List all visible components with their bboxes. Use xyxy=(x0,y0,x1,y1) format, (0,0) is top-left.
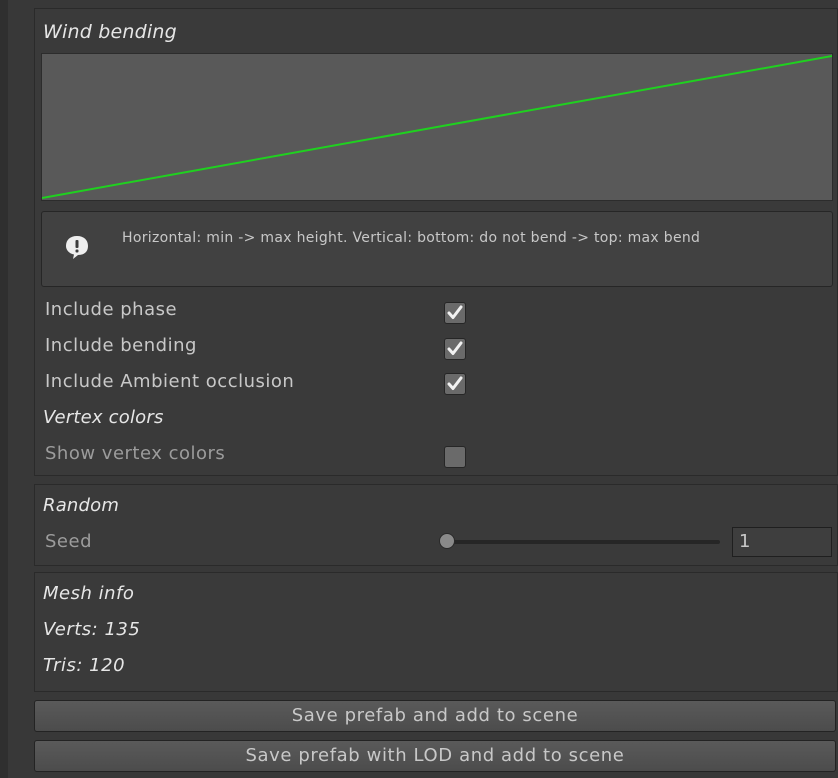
verts-count: Verts: 135 xyxy=(43,619,141,640)
help-box: Horizontal: min -> max height. Vertical:… xyxy=(41,211,833,287)
include-bending-label: Include bending xyxy=(45,335,197,356)
include-phase-checkbox[interactable] xyxy=(444,302,466,324)
vertex-colors-heading: Vertex colors xyxy=(43,407,164,428)
include-ao-label: Include Ambient occlusion xyxy=(45,371,295,392)
save-prefab-lod-button[interactable]: Save prefab with LOD and add to scene xyxy=(34,740,836,772)
checkmark-icon xyxy=(447,305,463,319)
checkmark-icon xyxy=(447,376,463,390)
show-vertex-colors-checkbox[interactable] xyxy=(444,446,466,468)
wind-bending-title: Wind bending xyxy=(43,21,177,43)
include-phase-label: Include phase xyxy=(45,299,178,320)
inspector-window: Wind bending Horizontal: min -> max heig… xyxy=(0,0,838,778)
random-panel: Random Seed 1 xyxy=(34,484,838,566)
seed-slider-thumb[interactable] xyxy=(439,533,455,549)
wind-bending-curve[interactable] xyxy=(41,53,833,201)
tris-count: Tris: 120 xyxy=(43,655,126,676)
mesh-info-title: Mesh info xyxy=(43,583,135,604)
checkmark-icon xyxy=(447,341,463,355)
seed-label: Seed xyxy=(45,531,92,552)
curve-graph xyxy=(42,55,832,199)
curve-line xyxy=(42,55,832,199)
include-bending-checkbox[interactable] xyxy=(444,338,466,360)
mesh-info-panel: Mesh info Verts: 135 Tris: 120 xyxy=(34,572,838,692)
random-title: Random xyxy=(43,495,120,516)
save-prefab-button[interactable]: Save prefab and add to scene xyxy=(34,700,836,732)
include-ao-checkbox[interactable] xyxy=(444,373,466,395)
warning-icon xyxy=(66,236,88,259)
seed-input[interactable]: 1 xyxy=(732,527,832,557)
left-gutter xyxy=(0,0,8,778)
show-vertex-colors-label: Show vertex colors xyxy=(45,443,226,464)
wind-bending-panel: Wind bending Horizontal: min -> max heig… xyxy=(34,8,838,476)
seed-slider-track[interactable] xyxy=(447,540,720,544)
help-text: Horizontal: min -> max height. Vertical:… xyxy=(122,230,701,246)
